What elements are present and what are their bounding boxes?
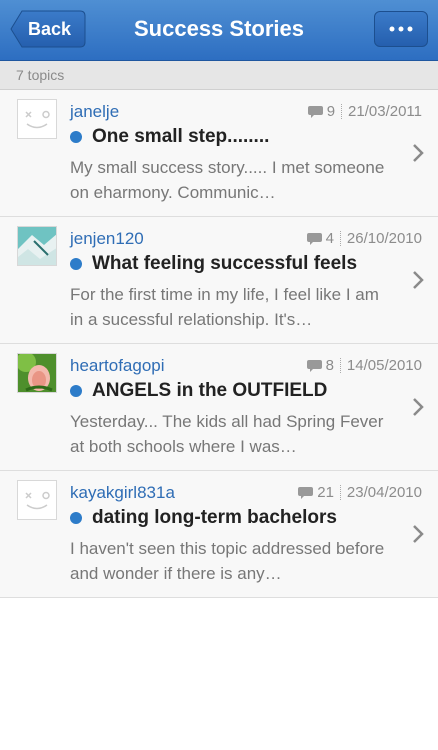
- topic-excerpt: My small success story..... I met someon…: [70, 158, 385, 202]
- page-title: Success Stories: [134, 16, 304, 41]
- topic-row[interactable]: jenjen120 4 26/10/2010 What feeling succ…: [0, 217, 438, 344]
- avatar-placeholder: [17, 99, 57, 139]
- reply-count: 8: [325, 357, 334, 374]
- avatar-photo: [17, 226, 57, 266]
- meta-divider: [341, 104, 343, 119]
- topics-count-bar: 7 topics: [0, 61, 438, 90]
- topic-meta: 4 26/10/2010: [306, 230, 422, 247]
- reply-count: 9: [326, 103, 336, 120]
- topic-date: 26/10/2010: [346, 230, 422, 247]
- avatar-photo: [17, 353, 57, 393]
- meta-divider: [339, 231, 341, 246]
- topic-date: 23/04/2010: [346, 484, 422, 501]
- placeholder-face-icon: [25, 110, 50, 129]
- topic-row[interactable]: janelje 9 21/03/2011 One small step.....…: [0, 90, 438, 217]
- chevron-right-icon: [413, 398, 424, 416]
- unread-dot-icon: [70, 512, 82, 524]
- topic-heading: One small step........: [70, 126, 398, 148]
- topic-title: One small step........: [92, 126, 270, 147]
- topic-title: ANGELS in the OUTFIELD: [92, 380, 328, 401]
- chevron-right-icon: [413, 271, 424, 289]
- meta-divider: [339, 358, 341, 373]
- topic-meta: 9 21/03/2011: [307, 103, 422, 120]
- topic-row[interactable]: heartofagopi 8 14/05/2010 ANGELS in the …: [0, 344, 438, 471]
- chevron-right-icon: [413, 144, 424, 162]
- more-button[interactable]: [374, 11, 428, 47]
- username-link[interactable]: heartofagopi: [70, 356, 165, 376]
- comment-bubble-icon: [307, 105, 323, 118]
- chevron-right-icon: [413, 525, 424, 543]
- topic-date: 21/03/2011: [348, 103, 422, 120]
- topic-row[interactable]: kayakgirl831a 21 23/04/2010 dating long-…: [0, 471, 438, 598]
- topic-heading: ANGELS in the OUTFIELD: [70, 380, 398, 402]
- topic-excerpt: Yesterday... The kids all had Spring Fev…: [70, 412, 384, 456]
- unread-dot-icon: [70, 385, 82, 397]
- topic-excerpt: I haven't seen this topic addressed befo…: [70, 539, 385, 583]
- username-link[interactable]: jenjen120: [70, 229, 144, 249]
- avatar-image: [18, 227, 56, 265]
- placeholder-face-icon: [25, 491, 50, 510]
- topic-title: What feeling successful feels: [92, 253, 358, 274]
- topic-meta: 8 14/05/2010: [306, 357, 422, 374]
- ellipsis-icon: [389, 26, 413, 32]
- meta-divider: [339, 485, 341, 500]
- topic-excerpt: For the first time in my life, I feel li…: [70, 285, 379, 329]
- comment-bubble-icon: [306, 359, 322, 372]
- comment-bubble-icon: [298, 486, 314, 499]
- topic-heading: dating long-term bachelors: [70, 507, 398, 529]
- topic-title: dating long-term bachelors: [92, 507, 337, 528]
- comment-bubble-icon: [306, 232, 322, 245]
- unread-dot-icon: [70, 258, 82, 270]
- topic-list: janelje 9 21/03/2011 One small step.....…: [0, 90, 438, 598]
- topic-meta: 21 23/04/2010: [298, 484, 422, 501]
- username-link[interactable]: kayakgirl831a: [70, 483, 175, 503]
- avatar-placeholder: [17, 480, 57, 520]
- topic-heading: What feeling successful feels: [70, 253, 398, 275]
- avatar-image: [18, 354, 56, 392]
- topics-count: 7 topics: [16, 67, 65, 83]
- reply-count: 21: [317, 484, 334, 501]
- topic-date: 14/05/2010: [346, 357, 422, 374]
- username-link[interactable]: janelje: [70, 102, 119, 122]
- nav-bar: Back Success Stories: [0, 0, 438, 61]
- unread-dot-icon: [70, 131, 82, 143]
- reply-count: 4: [325, 230, 334, 247]
